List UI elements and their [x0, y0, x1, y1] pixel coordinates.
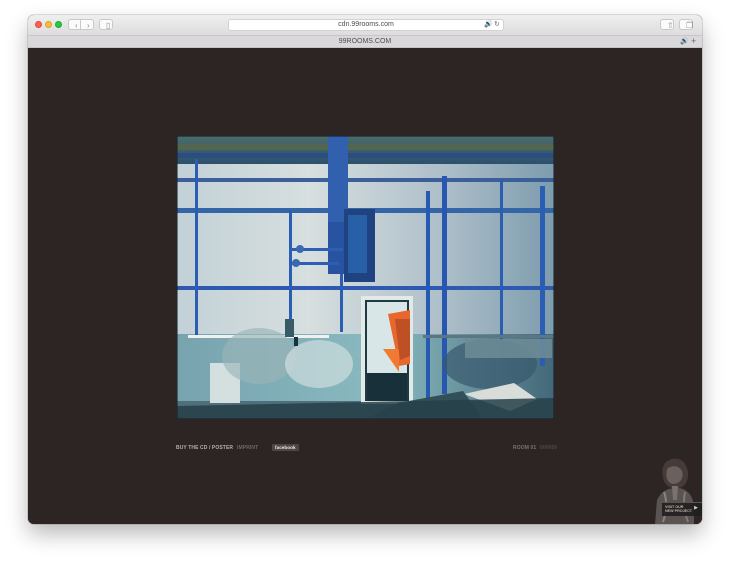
new-project-promo[interactable]: VISIT OUR NEW PROJECT ▶: [647, 456, 702, 524]
visit-new-project-button[interactable]: VISIT OUR NEW PROJECT ▶: [662, 502, 702, 516]
room-number: ROOM 01: [513, 445, 537, 451]
browser-toolbar: ‹ › ▯ cdn.99rooms.com 🔊 ↻ ⇧ ❐: [28, 15, 702, 36]
zoom-window-button[interactable]: [55, 21, 62, 28]
chevron-left-icon: ‹: [75, 21, 78, 30]
industrial-room-image: [177, 136, 554, 419]
imprint-link[interactable]: IMPRINT: [237, 445, 258, 451]
share-icon: ⇧: [667, 21, 674, 30]
buy-cd-poster-link[interactable]: BUY THE CD / POSTER: [176, 445, 233, 451]
sidebar-button[interactable]: ▯: [99, 19, 113, 30]
close-window-button[interactable]: [35, 21, 42, 28]
screenshot-stage: ‹ › ▯ cdn.99rooms.com 🔊 ↻ ⇧ ❐ 99ROOMS.CO…: [0, 0, 730, 564]
minimize-window-button[interactable]: [45, 21, 52, 28]
tab-speaker-icon[interactable]: 🔊: [680, 37, 689, 46]
reload-icon[interactable]: ↻: [494, 20, 500, 30]
play-arrow-icon: ▶: [694, 505, 698, 511]
share-button[interactable]: ⇧: [660, 19, 674, 30]
tab-bar: 99ROOMS.COM 🔊 +: [28, 36, 702, 48]
room-photo: [177, 136, 554, 419]
address-text: cdn.99rooms.com: [338, 21, 394, 28]
address-bar[interactable]: cdn.99rooms.com 🔊 ↻: [228, 19, 504, 31]
active-tab-title[interactable]: 99ROOMS.COM: [28, 37, 702, 46]
facebook-link[interactable]: facebook: [272, 444, 299, 451]
forward-button[interactable]: ›: [80, 19, 94, 30]
plus-icon[interactable]: +: [691, 36, 696, 46]
chevron-right-icon: ›: [87, 21, 90, 30]
tabs-icon: ❐: [686, 21, 694, 30]
sidebar-icon: ▯: [106, 21, 111, 30]
room-muted-code: 000000: [540, 445, 558, 451]
speaker-icon[interactable]: 🔊: [484, 20, 493, 30]
page-content: BUY THE CD / POSTER IMPRINT facebook ROO…: [28, 48, 702, 524]
browser-window: ‹ › ▯ cdn.99rooms.com 🔊 ↻ ⇧ ❐ 99ROOMS.CO…: [28, 15, 702, 524]
tabs-button[interactable]: ❐: [679, 19, 693, 30]
